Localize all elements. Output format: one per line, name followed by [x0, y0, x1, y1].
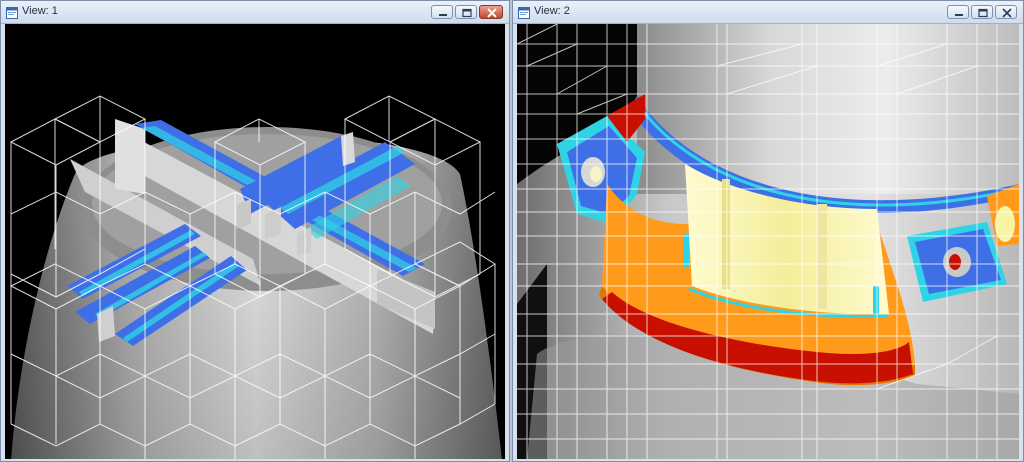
close-button[interactable]: [995, 5, 1017, 19]
maximize-button[interactable]: [455, 5, 477, 19]
view-2-render[interactable]: [517, 24, 1019, 459]
view-2-viewport[interactable]: [517, 24, 1019, 459]
view-1-window-controls: [431, 5, 503, 20]
maximize-icon: [462, 8, 472, 18]
view-1-render[interactable]: [5, 24, 505, 459]
view-2-titlebar[interactable]: View: 2: [513, 1, 1023, 24]
maximize-icon: [978, 8, 988, 18]
view-1-title: View: 1: [22, 5, 58, 17]
close-icon: [1002, 8, 1012, 18]
view-1-titlebar[interactable]: View: 1: [1, 1, 509, 24]
view-2-window-controls: [947, 5, 1017, 20]
minimize-button[interactable]: [947, 5, 969, 19]
view-window-icon: [518, 6, 530, 19]
view-1-window[interactable]: View: 1: [0, 0, 510, 462]
view-1-viewport[interactable]: [5, 24, 505, 459]
minimize-icon: [955, 14, 963, 16]
maximize-button[interactable]: [971, 5, 993, 19]
close-icon: [487, 8, 497, 18]
view-2-title: View: 2: [534, 5, 570, 17]
view-window-icon: [6, 6, 18, 19]
view-2-window[interactable]: View: 2: [512, 0, 1024, 462]
close-button[interactable]: [479, 5, 503, 19]
minimize-button[interactable]: [431, 5, 453, 19]
minimize-icon: [439, 14, 447, 16]
